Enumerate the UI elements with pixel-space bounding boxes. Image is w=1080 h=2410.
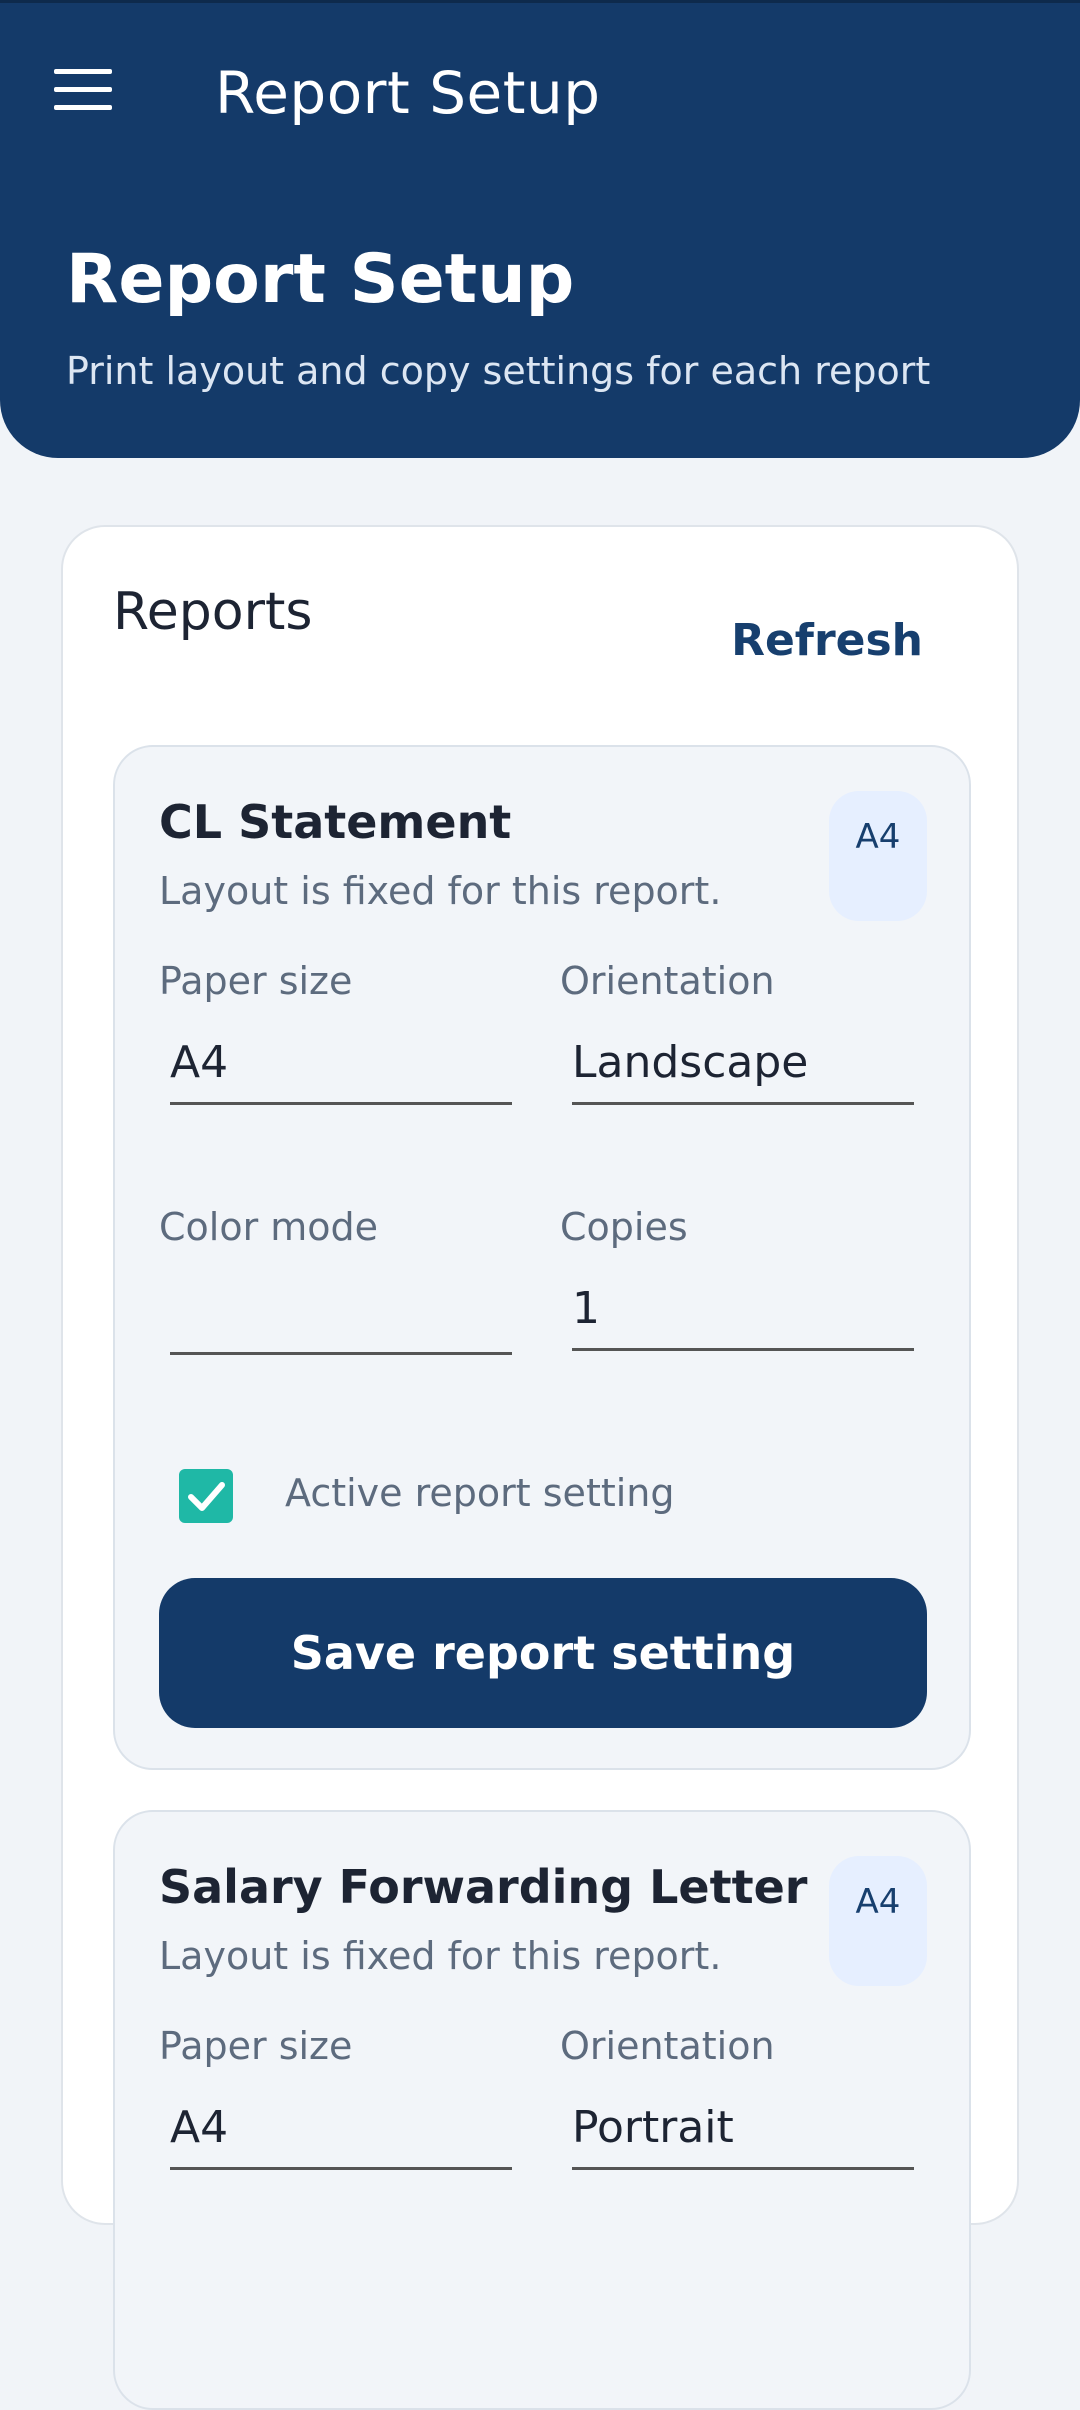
orientation-label: Orientation xyxy=(560,2024,775,2068)
reports-title: Reports xyxy=(113,582,313,642)
report-note: Layout is fixed for this report. xyxy=(159,869,722,913)
active-checkbox[interactable] xyxy=(179,1469,233,1523)
paper-size-field[interactable] xyxy=(170,2088,512,2170)
orientation-field[interactable] xyxy=(572,2088,914,2170)
report-note: Layout is fixed for this report. xyxy=(159,1934,722,1978)
checkmark-icon xyxy=(188,1482,225,1511)
app-bar-title: Report Setup xyxy=(215,59,601,127)
active-checkbox-label: Active report setting xyxy=(285,1471,675,1515)
refresh-button[interactable]: Refresh xyxy=(731,615,923,666)
paper-size-badge: A4 xyxy=(829,791,927,921)
menu-icon[interactable] xyxy=(54,69,114,113)
save-report-setting-button[interactable]: Save report setting xyxy=(159,1578,927,1728)
paper-size-label: Paper size xyxy=(159,2024,353,2068)
reports-panel: Reports Refresh CL Statement Layout is f… xyxy=(61,525,1019,2410)
report-name: CL Statement xyxy=(159,795,512,849)
report-name: Salary Forwarding Letter xyxy=(159,1860,808,1914)
color-mode-label: Color mode xyxy=(159,1205,379,1249)
report-card-salary-forwarding-letter: Salary Forwarding Letter Layout is fixed… xyxy=(113,1810,971,2410)
copies-field[interactable] xyxy=(572,1269,914,1351)
page-title: Report Setup xyxy=(66,240,575,319)
color-mode-field[interactable] xyxy=(170,1273,512,1355)
orientation-label: Orientation xyxy=(560,959,775,1003)
copies-label: Copies xyxy=(560,1205,688,1249)
paper-size-field[interactable] xyxy=(170,1023,512,1105)
orientation-field[interactable] xyxy=(572,1023,914,1105)
report-card-cl-statement: CL Statement Layout is fixed for this re… xyxy=(113,745,971,1770)
app-bar: Report Setup xyxy=(0,0,1080,180)
page-subtitle: Print layout and copy settings for each … xyxy=(66,349,931,393)
paper-size-badge: A4 xyxy=(829,1856,927,1986)
page-header: Report Setup Print layout and copy setti… xyxy=(0,180,1080,458)
paper-size-label: Paper size xyxy=(159,959,353,1003)
